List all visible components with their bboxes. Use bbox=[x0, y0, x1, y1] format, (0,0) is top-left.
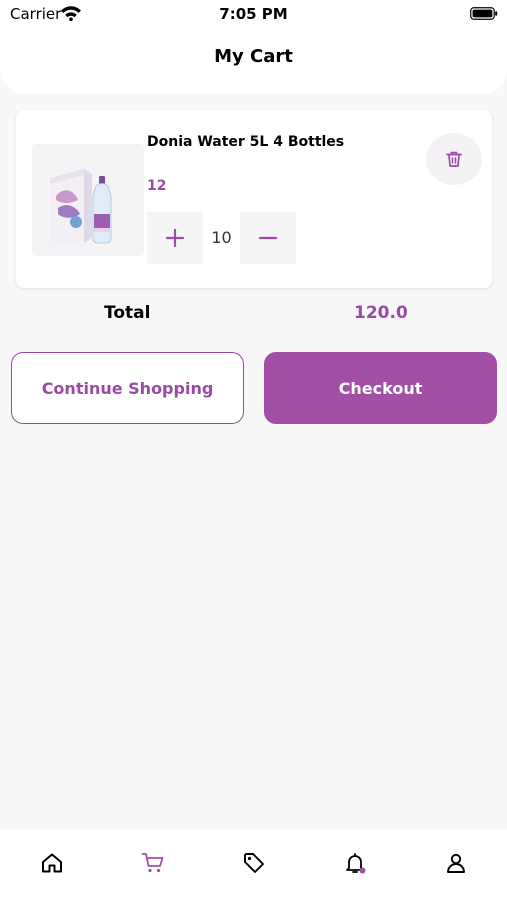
minus-icon bbox=[258, 236, 278, 240]
bell-icon bbox=[346, 853, 366, 874]
tab-home[interactable] bbox=[39, 850, 65, 876]
continue-shopping-button[interactable]: Continue Shopping bbox=[11, 352, 244, 424]
page-title: My Cart bbox=[214, 46, 293, 67]
tab-offers[interactable] bbox=[241, 850, 267, 876]
status-bar: Carrier 7:05 PM bbox=[0, 0, 507, 30]
product-name: Donia Water 5L 4 Bottles bbox=[147, 134, 345, 150]
app-header: Carrier 7:05 PM My Cart bbox=[0, 0, 507, 94]
user-icon bbox=[447, 853, 465, 873]
bottom-tab-bar bbox=[0, 830, 507, 900]
delete-item-button[interactable] bbox=[426, 133, 482, 185]
tab-profile[interactable] bbox=[443, 850, 469, 876]
plus-icon bbox=[165, 228, 185, 248]
checkout-button[interactable]: Checkout bbox=[264, 352, 497, 424]
product-price: 12 bbox=[147, 178, 167, 194]
total-value: 120.0 bbox=[354, 303, 408, 323]
product-image bbox=[32, 144, 144, 256]
trash-icon bbox=[446, 151, 462, 167]
cart-icon bbox=[141, 853, 164, 873]
tab-notifications[interactable] bbox=[342, 850, 368, 876]
decrease-quantity-button[interactable] bbox=[240, 212, 296, 264]
increase-quantity-button[interactable] bbox=[147, 212, 203, 264]
battery-icon bbox=[470, 7, 498, 20]
tag-icon bbox=[244, 853, 264, 873]
status-time: 7:05 PM bbox=[219, 5, 288, 23]
cart-item-card: Donia Water 5L 4 Bottles 12 10 bbox=[16, 110, 492, 288]
quantity-value: 10 bbox=[211, 228, 232, 247]
tab-cart[interactable] bbox=[140, 850, 166, 876]
total-label: Total bbox=[104, 303, 151, 323]
home-icon bbox=[42, 853, 62, 873]
